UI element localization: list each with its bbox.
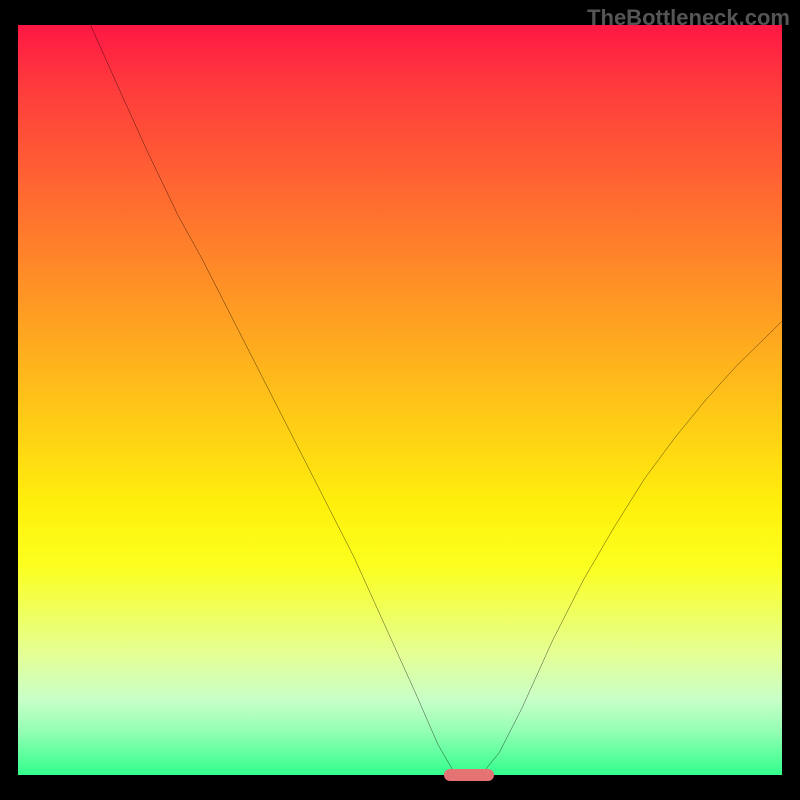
chart-curve bbox=[18, 25, 782, 775]
chart-plot-area bbox=[18, 25, 782, 775]
watermark-text: TheBottleneck.com bbox=[587, 5, 790, 31]
optimal-marker bbox=[444, 769, 494, 781]
